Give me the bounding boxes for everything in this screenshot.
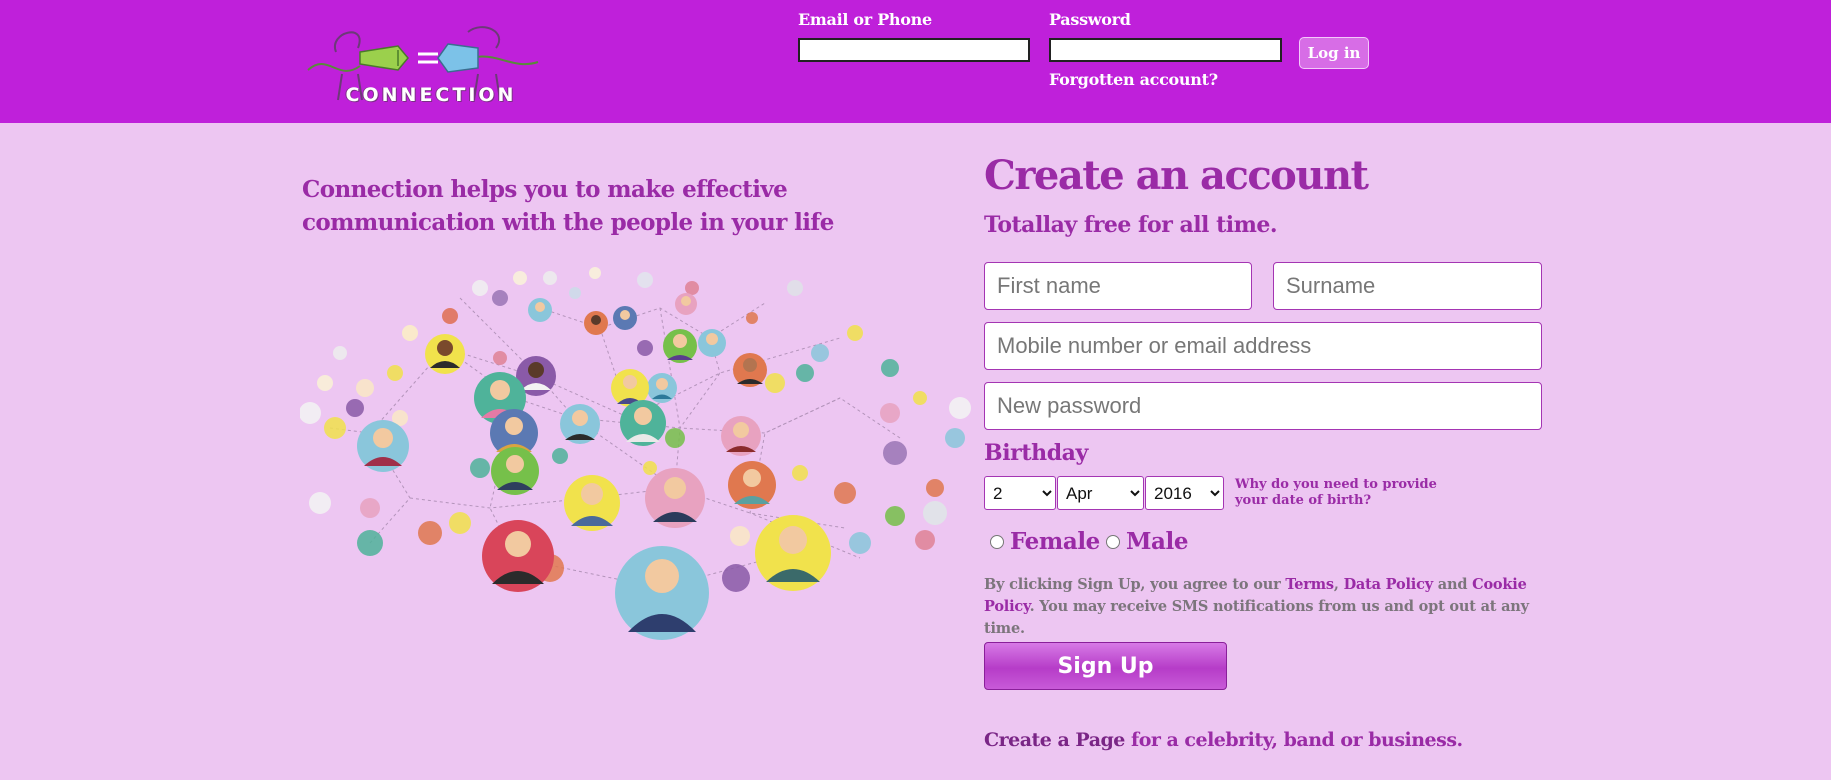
surname-input[interactable] <box>1273 262 1542 310</box>
gender-male-radio[interactable] <box>1106 534 1120 549</box>
gender-female-option[interactable]: Female <box>984 528 1100 555</box>
forgotten-account-link[interactable]: Forgotten account? <box>1049 70 1218 89</box>
terms-and: and <box>1432 576 1473 593</box>
create-account-title: Create an account <box>984 152 1369 199</box>
data-policy-link[interactable]: Data Policy <box>1344 576 1434 593</box>
create-page-link[interactable]: Create a Page <box>984 729 1125 751</box>
create-account-subtitle: Totallay free for all time. <box>984 212 1278 238</box>
terms-prefix: By clicking Sign Up, you agree to our <box>984 576 1286 593</box>
create-page-line: Create a Page for a celebrity, band or b… <box>984 729 1463 751</box>
gender-female-radio[interactable] <box>990 534 1004 549</box>
terms-notice: By clicking Sign Up, you agree to our Te… <box>984 574 1544 640</box>
logo-text: CONNECTION <box>345 84 517 106</box>
first-name-input[interactable] <box>984 262 1252 310</box>
gender-female-label: Female <box>1010 528 1100 555</box>
birthday-day-select[interactable]: 2 <box>984 476 1056 510</box>
avatar-group <box>357 293 831 640</box>
sign-up-button[interactable]: Sign Up <box>984 642 1227 690</box>
why-birthday-link[interactable]: Why do you need to provide your date of … <box>1235 477 1445 509</box>
birthday-month-select[interactable]: Apr <box>1057 476 1144 510</box>
birthday-year-select[interactable]: 2016 <box>1145 476 1224 510</box>
top-navigation-bar: CONNECTION Email or Phone Password Log i… <box>0 0 1831 123</box>
email-phone-input[interactable] <box>798 38 1030 62</box>
people-network-illustration <box>300 267 971 640</box>
terms-link[interactable]: Terms <box>1285 576 1334 593</box>
birthday-label: Birthday <box>984 440 1088 466</box>
mobile-email-input[interactable] <box>984 322 1542 370</box>
email-phone-label: Email or Phone <box>798 10 932 29</box>
terms-separator: , <box>1333 576 1344 593</box>
gender-male-option[interactable]: Male <box>1100 528 1189 555</box>
create-page-suffix: for a celebrity, band or business. <box>1124 729 1463 751</box>
log-in-button[interactable]: Log in <box>1299 37 1369 69</box>
gender-male-label: Male <box>1126 528 1189 555</box>
password-label: Password <box>1049 10 1131 29</box>
new-password-input[interactable] <box>984 382 1542 430</box>
terms-suffix: . You may receive SMS notifications from… <box>984 598 1529 637</box>
tagline: Connection helps you to make effective c… <box>302 176 834 236</box>
login-password-input[interactable] <box>1049 38 1282 62</box>
